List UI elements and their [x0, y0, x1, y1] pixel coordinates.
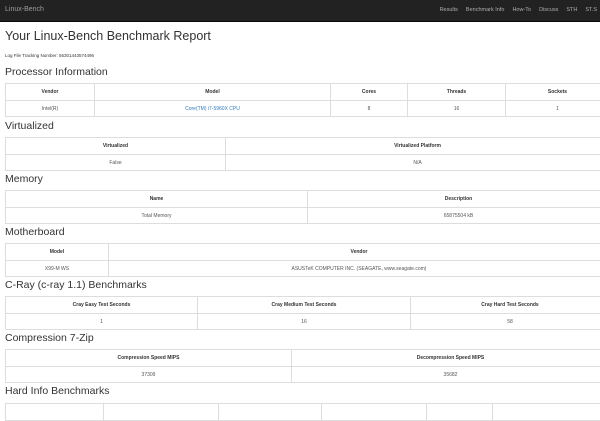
- hardinfo-header-cell: [427, 404, 493, 421]
- cpu-model-link[interactable]: Core(TM) i7-5960X CPU: [185, 106, 240, 112]
- cpu-vendor: Intel(R): [6, 101, 95, 117]
- decompression-value: 35682: [292, 367, 600, 383]
- cray-hard-value: 58: [411, 314, 600, 330]
- th-model: Model: [6, 244, 109, 261]
- cpu-sockets: 1: [506, 101, 600, 117]
- cray-medium-value: 16: [198, 314, 411, 330]
- processor-heading: Processor Information: [5, 66, 108, 78]
- th-model: Model: [95, 84, 331, 101]
- table-row: Total Memory65875504 kB: [6, 208, 600, 224]
- log-tracking-number: Log File Tracking Number: 56301443574496: [5, 53, 94, 58]
- th-name: Name: [6, 191, 308, 208]
- table-header-row: Vendor Model Cores Threads Sockets: [6, 84, 600, 101]
- nav-sts[interactable]: ST.S: [585, 7, 597, 13]
- table-row: Intel(R) Core(TM) i7-5960X CPU 8 16 1: [6, 101, 600, 117]
- table-row: 3730935682: [6, 367, 600, 383]
- table-header-row: [6, 404, 600, 421]
- virtualized-table: VirtualizedVirtualized Platform FalseN/A: [5, 137, 600, 171]
- brand-link[interactable]: Linux-Bench: [5, 6, 44, 13]
- table-row: 11658: [6, 314, 600, 330]
- memory-description: 65875504 kB: [308, 208, 600, 224]
- table-header-row: Compression Speed MIPSDecompression Spee…: [6, 350, 600, 367]
- th-compression: Compression Speed MIPS: [6, 350, 292, 367]
- motherboard-table: ModelVendor X99-M WSASUSTeK COMPUTER INC…: [5, 243, 600, 277]
- hardinfo-heading: Hard Info Benchmarks: [5, 385, 109, 397]
- memory-heading: Memory: [5, 173, 43, 185]
- cpu-threads: 16: [408, 101, 506, 117]
- cray-easy-value: 1: [6, 314, 198, 330]
- motherboard-heading: Motherboard: [5, 226, 65, 238]
- table-header-row: VirtualizedVirtualized Platform: [6, 138, 600, 155]
- th-cray-medium: Cray Medium Test Seconds: [198, 297, 411, 314]
- th-virtualized: Virtualized: [6, 138, 226, 155]
- nav-benchmark-info[interactable]: Benchmark Info: [466, 7, 505, 13]
- th-cray-hard: Cray Hard Test Seconds: [411, 297, 600, 314]
- compression-value: 37309: [6, 367, 292, 383]
- th-sockets: Sockets: [506, 84, 600, 101]
- memory-table: NameDescription Total Memory65875504 kB: [5, 190, 600, 224]
- th-vendor: Vendor: [109, 244, 600, 261]
- virtualized-value: False: [6, 155, 226, 171]
- th-cray-easy: Cray Easy Test Seconds: [6, 297, 198, 314]
- table-row: X99-M WSASUSTeK COMPUTER INC. (SEAGATE, …: [6, 261, 600, 277]
- cray-table: Cray Easy Test SecondsCray Medium Test S…: [5, 296, 600, 330]
- table-header-row: ModelVendor: [6, 244, 600, 261]
- motherboard-model: X99-M WS: [6, 261, 109, 277]
- hardinfo-header-cell: [104, 404, 219, 421]
- nav-discuss[interactable]: Discuss: [539, 7, 558, 13]
- page-title: Your Linux-Bench Benchmark Report: [5, 29, 211, 43]
- zip-heading: Compression 7-Zip: [5, 332, 94, 344]
- th-vendor: Vendor: [6, 84, 95, 101]
- th-decompression: Decompression Speed MIPS: [292, 350, 600, 367]
- th-threads: Threads: [408, 84, 506, 101]
- hardinfo-header-cell: [219, 404, 322, 421]
- nav-links: Results Benchmark Info How-To Discuss ST…: [440, 7, 597, 13]
- nav-sth[interactable]: STH: [566, 7, 577, 13]
- hardinfo-header-cell: [493, 404, 600, 421]
- virtualized-platform-value: N/A: [226, 155, 600, 171]
- table-header-row: NameDescription: [6, 191, 600, 208]
- cpu-cores: 8: [331, 101, 408, 117]
- memory-name: Total Memory: [6, 208, 308, 224]
- cpu-model-cell: Core(TM) i7-5960X CPU: [95, 101, 331, 117]
- th-cores: Cores: [331, 84, 408, 101]
- navbar: Linux-Bench Results Benchmark Info How-T…: [0, 0, 600, 22]
- table-row: FalseN/A: [6, 155, 600, 171]
- hardinfo-header-cell: [322, 404, 427, 421]
- th-description: Description: [308, 191, 600, 208]
- hardinfo-table: [5, 403, 600, 421]
- processor-table: Vendor Model Cores Threads Sockets Intel…: [5, 83, 600, 117]
- motherboard-vendor: ASUSTeK COMPUTER INC. (SEAGATE, www.seag…: [109, 261, 600, 277]
- th-virtualized-platform: Virtualized Platform: [226, 138, 600, 155]
- nav-how-to[interactable]: How-To: [512, 7, 531, 13]
- table-header-row: Cray Easy Test SecondsCray Medium Test S…: [6, 297, 600, 314]
- virtualized-heading: Virtualized: [5, 120, 54, 132]
- nav-results[interactable]: Results: [440, 7, 458, 13]
- cray-heading: C-Ray (c-ray 1.1) Benchmarks: [5, 279, 147, 291]
- hardinfo-header-cell: [6, 404, 104, 421]
- zip-table: Compression Speed MIPSDecompression Spee…: [5, 349, 600, 383]
